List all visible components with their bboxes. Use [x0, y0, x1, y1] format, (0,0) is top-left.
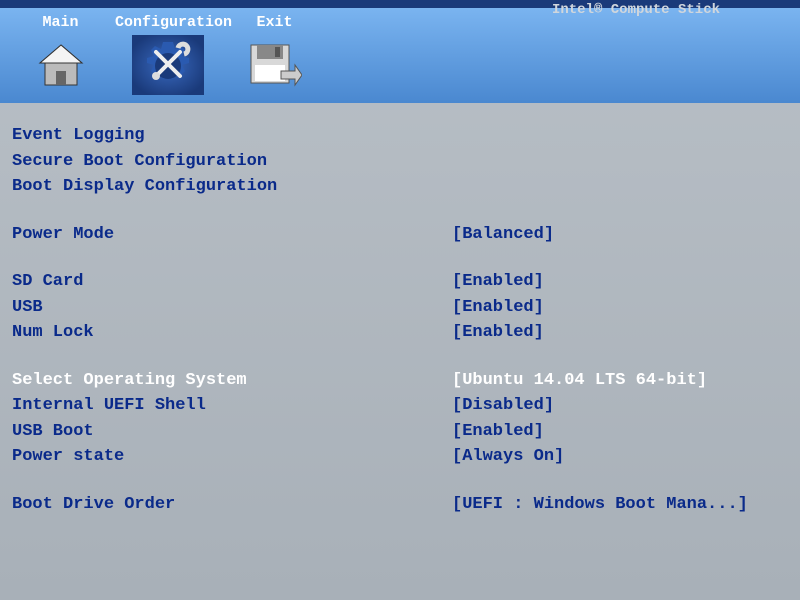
setting-value: Disabled	[452, 393, 554, 419]
setting-usb[interactable]: USB Enabled	[12, 295, 788, 321]
setting-power-state[interactable]: Power state Always On	[12, 444, 788, 470]
setting-value: Enabled	[452, 419, 544, 445]
link-secure-boot[interactable]: Secure Boot Configuration	[12, 149, 788, 175]
setting-value: UEFI : Windows Boot Mana...	[452, 492, 748, 518]
setting-label: Internal UEFI Shell	[12, 393, 452, 419]
setting-label: Power state	[12, 444, 452, 470]
setting-select-os[interactable]: Select Operating System Ubuntu 14.04 LTS…	[12, 368, 788, 394]
tab-exit[interactable]: Exit	[222, 12, 327, 103]
tab-main[interactable]: Main	[8, 12, 113, 103]
setting-label: SD Card	[12, 269, 452, 295]
setting-value: Enabled	[452, 269, 544, 295]
setting-value: Enabled	[452, 320, 544, 346]
home-icon	[25, 35, 97, 95]
setting-uefi-shell[interactable]: Internal UEFI Shell Disabled	[12, 393, 788, 419]
tab-row: Main Configuration	[0, 8, 800, 103]
link-event-logging[interactable]: Event Logging	[12, 123, 788, 149]
tab-exit-label: Exit	[222, 14, 327, 31]
setting-label: Num Lock	[12, 320, 452, 346]
disk-arrow-icon	[239, 35, 311, 95]
tab-configuration-label: Configuration	[115, 14, 220, 31]
setting-label: USB	[12, 295, 452, 321]
link-boot-display[interactable]: Boot Display Configuration	[12, 174, 788, 200]
setting-label: Boot Drive Order	[12, 492, 452, 518]
tab-configuration[interactable]: Configuration	[115, 12, 220, 103]
settings-content: Event Logging Secure Boot Configuration …	[0, 103, 800, 537]
setting-value: Balanced	[452, 222, 554, 248]
setting-num-lock[interactable]: Num Lock Enabled	[12, 320, 788, 346]
setting-power-mode[interactable]: Power Mode Balanced	[12, 222, 788, 248]
setting-value: Enabled	[452, 295, 544, 321]
setting-label: Select Operating System	[12, 368, 452, 394]
gear-tools-icon	[132, 35, 204, 95]
brand-title: Intel® Compute Stick	[552, 2, 720, 18]
setting-sd-card[interactable]: SD Card Enabled	[12, 269, 788, 295]
setting-value: Always On	[452, 444, 564, 470]
setting-label: Power Mode	[12, 222, 452, 248]
setting-usb-boot[interactable]: USB Boot Enabled	[12, 419, 788, 445]
tab-main-label: Main	[8, 14, 113, 31]
setting-label: USB Boot	[12, 419, 452, 445]
setting-value: Ubuntu 14.04 LTS 64-bit	[452, 368, 707, 394]
setting-boot-drive-order[interactable]: Boot Drive Order UEFI : Windows Boot Man…	[12, 492, 788, 518]
